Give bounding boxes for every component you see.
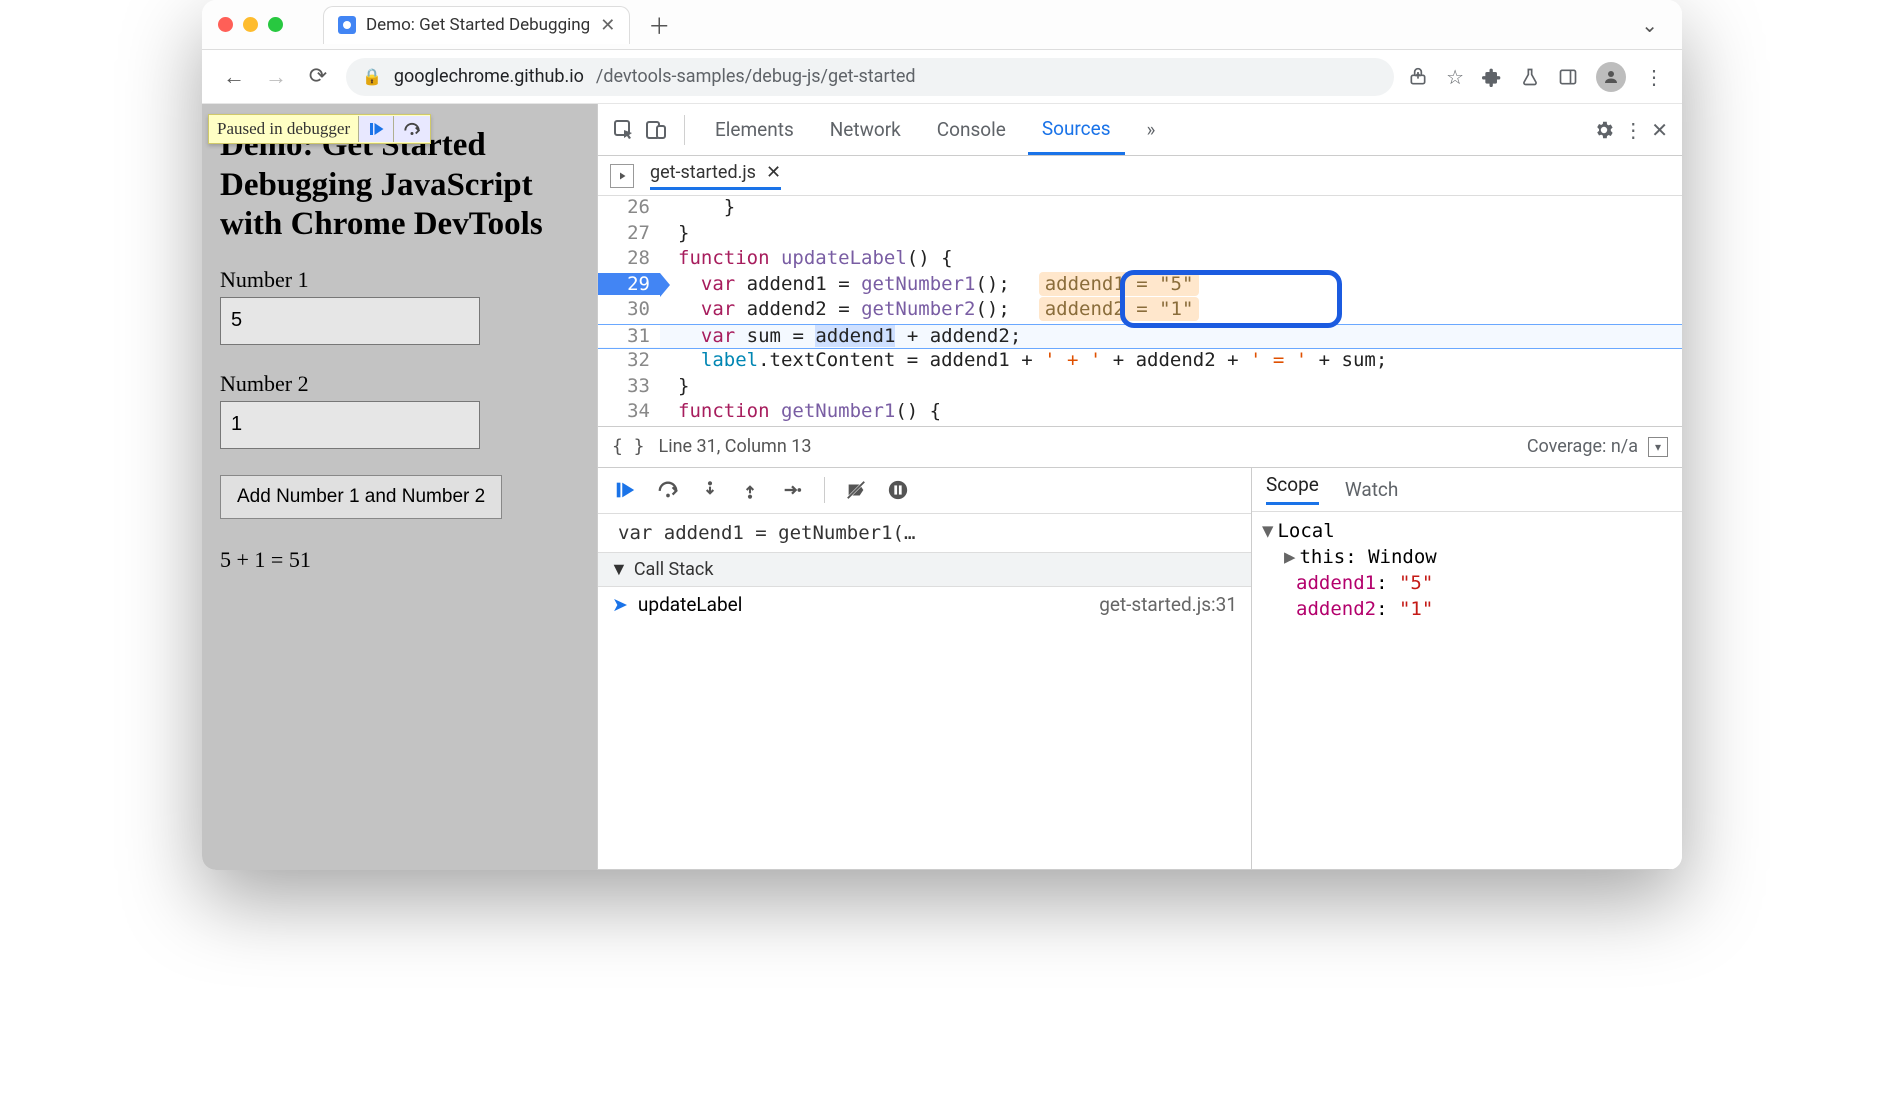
debugger-left-pane: var addend1 = getNumber1(… ▼Call Stack ➤… — [598, 468, 1252, 870]
debugger-toolbar — [598, 468, 1251, 514]
pretty-print-icon[interactable]: { } — [612, 436, 645, 457]
tab-network[interactable]: Network — [816, 104, 915, 155]
reload-button[interactable]: ⟳ — [304, 64, 332, 89]
result-text: 5 + 1 = 51 — [220, 547, 579, 573]
code-editor[interactable]: 26 } 27} 28function updateLabel() { 29 v… — [598, 196, 1682, 426]
forward-button: → — [262, 64, 290, 90]
code-line: var addend2 = getNumber2(); addend2 = "1… — [660, 298, 1682, 320]
tab-more[interactable]: » — [1133, 104, 1170, 155]
file-tabs: get-started.js ✕ — [598, 156, 1682, 196]
number2-input[interactable] — [220, 401, 480, 449]
tab-console[interactable]: Console — [923, 104, 1020, 155]
settings-gear-icon[interactable] — [1593, 119, 1615, 141]
code-line: } — [660, 222, 1682, 244]
coverage-text: Coverage: n/a — [1527, 436, 1638, 457]
current-frame-pointer-icon: ➤ — [612, 593, 628, 616]
paused-in-debugger-banner: Paused in debugger — [208, 114, 431, 144]
step-icon[interactable] — [780, 479, 804, 501]
file-tab-name: get-started.js — [650, 162, 756, 183]
scope-tab[interactable]: Scope — [1266, 473, 1319, 505]
watch-tab[interactable]: Watch — [1345, 478, 1399, 501]
inline-value: addend2 = "1" — [1039, 297, 1200, 321]
number1-label: Number 1 — [220, 267, 579, 293]
tab-elements[interactable]: Elements — [701, 104, 808, 155]
close-file-tab-button[interactable]: ✕ — [766, 162, 781, 183]
titlebar: Demo: Get Started Debugging ✕ ＋ ⌄ — [202, 0, 1682, 50]
resume-script-button[interactable] — [614, 479, 636, 501]
labs-icon[interactable] — [1520, 67, 1540, 87]
inline-value: addend1 = "5" — [1039, 272, 1200, 296]
page-content: Paused in debugger Demo: Get Started Deb… — [202, 104, 597, 870]
code-line-current: var sum = addend1 + addend2; — [660, 325, 1682, 347]
paused-label: Paused in debugger — [209, 115, 358, 143]
code-line: label.textContent = addend1 + ' + ' + ad… — [660, 349, 1682, 371]
cursor-position: Line 31, Column 13 — [659, 436, 812, 457]
device-toolbar-icon[interactable] — [644, 118, 668, 142]
step-out-icon[interactable] — [740, 479, 760, 501]
minimize-window-button[interactable] — [243, 17, 258, 32]
scope-variable-row[interactable]: addend2: "1" — [1262, 596, 1672, 622]
window-controls — [218, 17, 283, 32]
close-tab-button[interactable]: ✕ — [600, 15, 615, 36]
inspect-element-icon[interactable] — [612, 118, 636, 142]
tab-sources[interactable]: Sources — [1028, 104, 1125, 155]
code-line: function getNumber1() { — [660, 400, 1682, 422]
number1-input[interactable] — [220, 297, 480, 345]
scope-variable-row[interactable]: addend1: "5" — [1262, 570, 1672, 596]
coverage-toggle-icon[interactable]: ▾ — [1648, 437, 1668, 457]
tabs-dropdown-button[interactable]: ⌄ — [1641, 13, 1658, 37]
navigator-toggle-button[interactable] — [610, 164, 634, 188]
code-line: } — [660, 375, 1682, 397]
breakpoint-snippet: var addend1 = getNumber1(… — [598, 514, 1251, 552]
browser-window: Demo: Get Started Debugging ✕ ＋ ⌄ ← → ⟳ … — [202, 0, 1682, 870]
maximize-window-button[interactable] — [268, 17, 283, 32]
url-path: /devtools-samples/debug-js/get-started — [596, 66, 916, 87]
deactivate-breakpoints-icon[interactable] — [845, 479, 867, 501]
favicon-icon — [338, 16, 356, 34]
code-line: function updateLabel() { — [660, 247, 1682, 269]
code-line: var addend1 = getNumber1(); addend1 = "5… — [660, 273, 1682, 295]
bookmark-star-icon[interactable]: ☆ — [1446, 65, 1464, 89]
close-devtools-button[interactable]: ✕ — [1651, 118, 1668, 142]
devtools-tabbar: Elements Network Console Sources » ⋮ ✕ — [598, 104, 1682, 156]
browser-tab[interactable]: Demo: Get Started Debugging ✕ — [323, 6, 630, 44]
call-stack-header[interactable]: ▼Call Stack — [598, 552, 1251, 587]
call-stack-frame[interactable]: ➤ updateLabel get-started.js:31 — [598, 587, 1251, 622]
address-bar: ← → ⟳ 🔒 googlechrome.github.io/devtools-… — [202, 50, 1682, 104]
url-domain: googlechrome.github.io — [394, 66, 584, 87]
chrome-menu-icon[interactable]: ⋮ — [1644, 65, 1664, 89]
scope-watch-tabs: Scope Watch — [1252, 468, 1682, 512]
url-input[interactable]: 🔒 googlechrome.github.io/devtools-sample… — [346, 58, 1394, 96]
step-over-icon[interactable] — [656, 479, 680, 501]
number2-label: Number 2 — [220, 371, 579, 397]
back-button[interactable]: ← — [220, 64, 248, 90]
resume-button[interactable] — [358, 116, 393, 142]
share-icon[interactable] — [1408, 67, 1428, 87]
file-tab-active[interactable]: get-started.js ✕ — [650, 162, 781, 190]
editor-status-bar: { } Line 31, Column 13 Coverage: n/a ▾ — [598, 426, 1682, 468]
lock-icon: 🔒 — [362, 67, 382, 86]
scope-local-header[interactable]: ▼Local — [1262, 518, 1672, 544]
close-window-button[interactable] — [218, 17, 233, 32]
new-tab-button[interactable]: ＋ — [648, 9, 670, 41]
side-panel-icon[interactable] — [1558, 67, 1578, 87]
tab-title: Demo: Get Started Debugging — [366, 15, 590, 35]
profile-avatar[interactable] — [1596, 62, 1626, 92]
code-line: } — [660, 196, 1682, 218]
main-content: Paused in debugger Demo: Get Started Deb… — [202, 104, 1682, 870]
pause-on-exceptions-icon[interactable] — [887, 479, 909, 501]
scope-variables: ▼Local ▶this: Window addend1: "5" addend… — [1252, 512, 1682, 628]
extensions-icon[interactable] — [1482, 67, 1502, 87]
devtools-menu-icon[interactable]: ⋮ — [1623, 118, 1643, 142]
scope-this-row[interactable]: ▶this: Window — [1262, 544, 1672, 570]
step-into-icon[interactable] — [700, 479, 720, 501]
debugger-right-pane: Scope Watch ▼Local ▶this: Window addend1… — [1252, 468, 1682, 870]
devtools-panel: Elements Network Console Sources » ⋮ ✕ g… — [597, 104, 1682, 870]
step-over-button[interactable] — [393, 116, 430, 142]
add-button[interactable]: Add Number 1 and Number 2 — [220, 475, 502, 519]
